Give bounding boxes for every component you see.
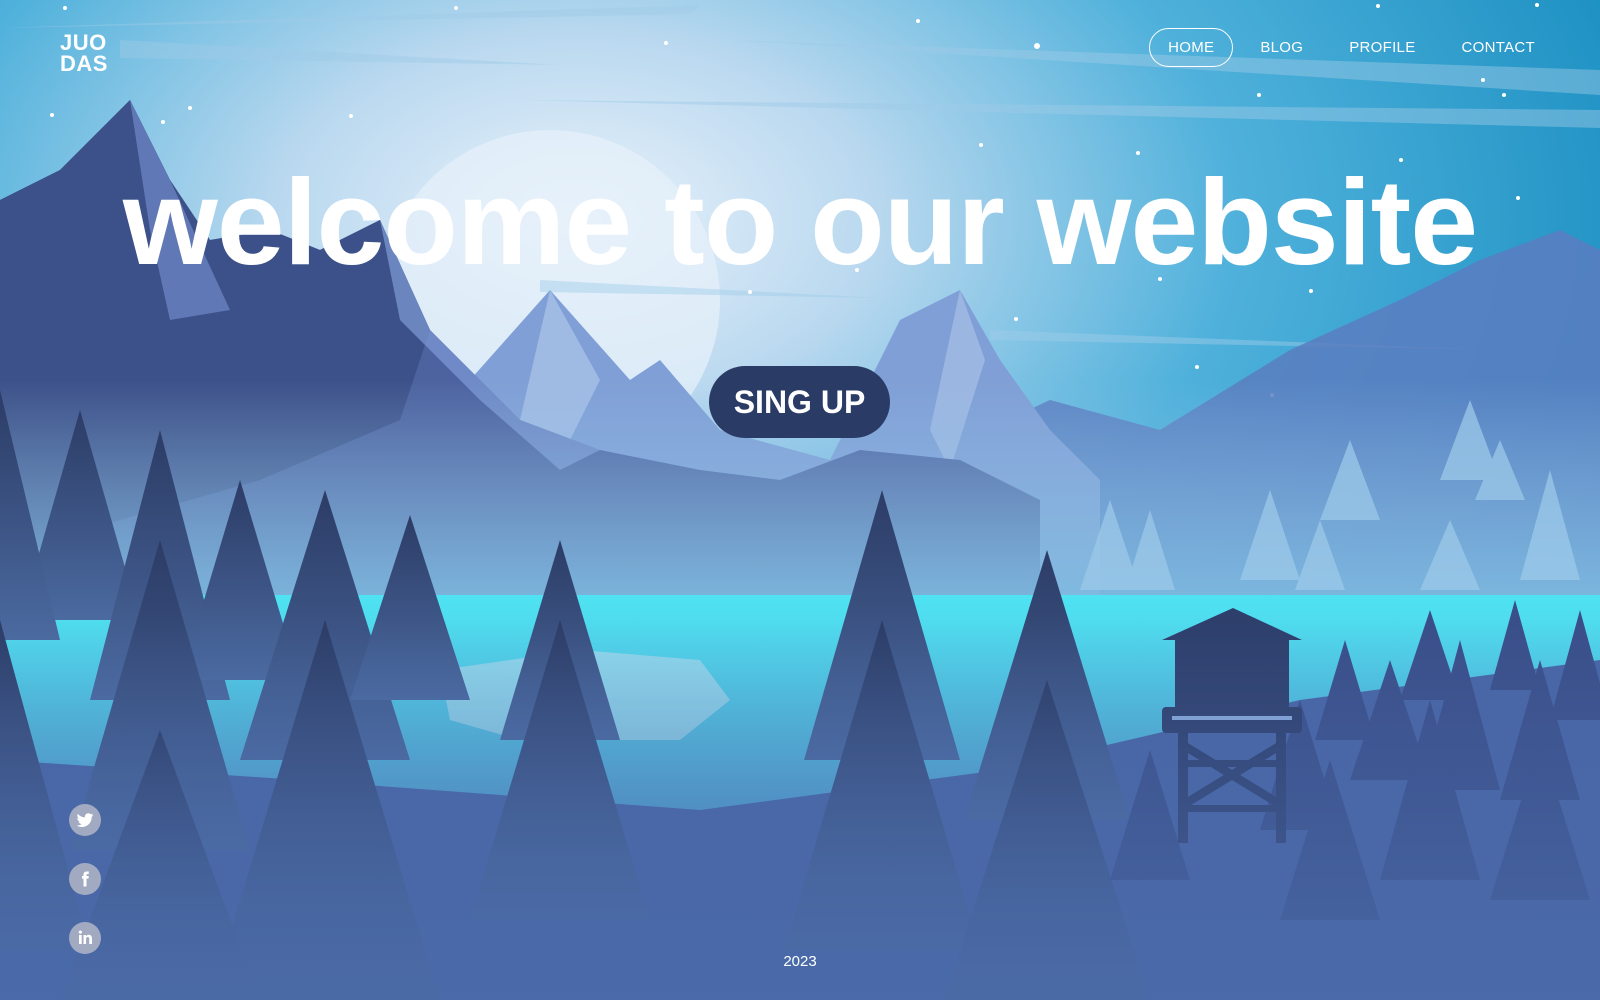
linkedin-icon[interactable] <box>69 922 101 954</box>
logo-line-2: DAS <box>60 51 108 76</box>
nav-item-home[interactable]: HOME <box>1149 28 1234 67</box>
nav-item-contact[interactable]: CONTACT <box>1443 28 1554 67</box>
sign-up-button[interactable]: SING UP <box>709 366 890 438</box>
hero-headline: welcome to our website <box>122 154 1478 290</box>
logo-line-1: JUO <box>60 30 107 55</box>
footer-year: 2023 <box>783 953 817 970</box>
background-illustration <box>0 0 1600 1000</box>
social-links <box>69 804 101 954</box>
nav-item-blog[interactable]: BLOG <box>1241 28 1322 67</box>
nav-item-profile[interactable]: PROFILE <box>1330 28 1434 67</box>
main-nav: HOME BLOG PROFILE CONTACT <box>1141 28 1554 67</box>
twitter-icon[interactable] <box>69 804 101 836</box>
brand-logo[interactable]: JUO DAS <box>60 30 108 76</box>
facebook-icon[interactable] <box>69 863 101 895</box>
